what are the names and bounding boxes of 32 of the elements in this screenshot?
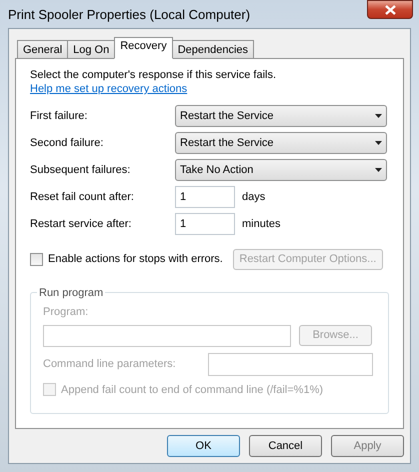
- checkbox-label: Append fail count to end of command line (/fail=%1%): [61, 382, 324, 398]
- field-label: Reset fail count after:: [30, 190, 135, 205]
- unit-label: minutes: [242, 216, 281, 232]
- caret-icon: [375, 168, 382, 172]
- params-label: Command line parameters:: [43, 356, 176, 372]
- dropdown[interactable]: Take No Action: [175, 159, 387, 181]
- field-label: Restart service after:: [30, 216, 132, 232]
- dropdown[interactable]: Restart the Service: [175, 132, 387, 154]
- intro-text: Select the computer's response if this service fails.: [30, 68, 278, 82]
- caret-icon: [375, 114, 382, 118]
- number-field[interactable]: 1: [175, 186, 235, 208]
- dialog-button[interactable]: Cancel: [249, 435, 322, 457]
- tab[interactable]: Recovery: [114, 37, 173, 59]
- tab[interactable]: Dependencies: [172, 40, 254, 59]
- help-link[interactable]: Help me set up recovery actions: [30, 82, 188, 96]
- window-title: Print Spooler Properties (Local Computer): [8, 6, 250, 24]
- field-label: Subsequent failures:: [30, 162, 132, 178]
- dropdown[interactable]: Restart the Service: [175, 105, 387, 127]
- field-label: First failure:: [30, 108, 88, 124]
- tab[interactable]: General: [17, 40, 68, 59]
- dialog-button[interactable]: OK: [167, 435, 240, 457]
- program-label: Program:: [43, 305, 90, 320]
- close-icon: [384, 4, 396, 14]
- checkbox-label: Enable actions for stops with errors.: [48, 252, 223, 268]
- close-button[interactable]: [367, 0, 413, 19]
- field-label: Second failure:: [30, 136, 104, 151]
- number-field[interactable]: 1: [175, 213, 235, 235]
- caret-icon: [375, 141, 382, 145]
- unit-label: days: [242, 190, 266, 205]
- checkbox[interactable]: [30, 253, 43, 266]
- group-title: Run program: [37, 285, 106, 302]
- tab[interactable]: Log On: [67, 40, 116, 59]
